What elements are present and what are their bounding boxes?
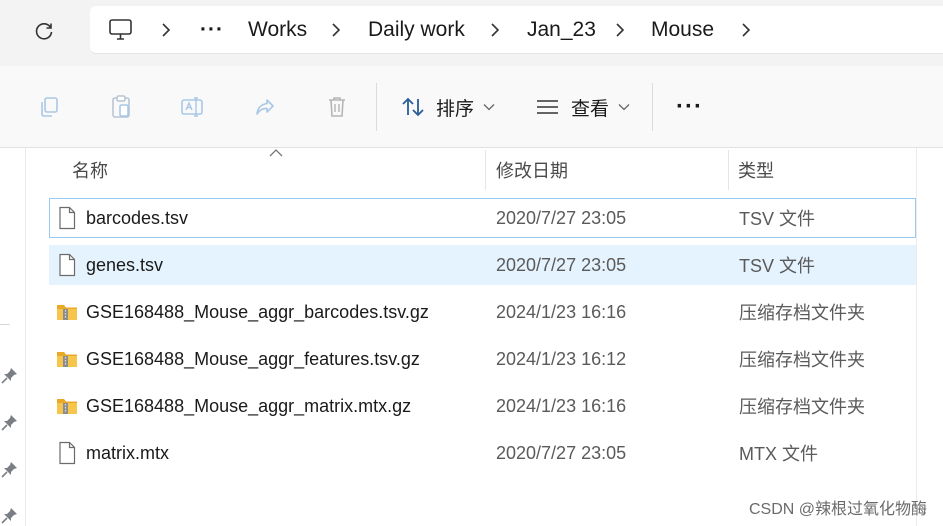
column-divider[interactable] [728, 150, 729, 190]
chevron-down-icon [483, 104, 495, 111]
copy-button[interactable] [32, 91, 66, 123]
file-type: TSV 文件 [739, 209, 816, 229]
chevron-right-icon[interactable] [736, 6, 756, 54]
chevron-right-icon[interactable] [485, 6, 505, 54]
view-label: 查看 [571, 98, 610, 120]
view-list-icon [537, 100, 558, 114]
rename-button[interactable] [176, 91, 210, 123]
file-type: 压缩存档文件夹 [739, 350, 865, 370]
column-header-type[interactable]: 类型 [738, 148, 774, 192]
zip-folder-icon [57, 399, 77, 414]
breadcrumb-daily-work[interactable]: Daily work [368, 6, 465, 54]
column-header-name[interactable]: 名称 [72, 148, 108, 192]
copy-icon [41, 97, 58, 117]
file-row[interactable]: matrix.mtx 2020/7/27 23:05 MTX 文件 [49, 433, 916, 473]
share-icon [256, 99, 274, 115]
sort-label: 排序 [436, 98, 475, 120]
clipboard-icon [112, 95, 130, 118]
pin-icon[interactable] [1, 413, 19, 431]
trash-icon [329, 97, 345, 117]
file-name: genes.tsv [86, 254, 164, 275]
document-icon [59, 206, 76, 230]
chevron-right-icon[interactable] [156, 6, 176, 54]
refresh-icon [35, 23, 53, 40]
this-pc-button[interactable] [108, 6, 134, 54]
file-row[interactable]: genes.tsv 2020/7/27 23:05 TSV 文件 [49, 245, 916, 285]
file-type: TSV 文件 [739, 256, 816, 276]
nav-divider [0, 324, 10, 325]
chevron-right-icon[interactable] [610, 6, 630, 54]
delete-button[interactable] [320, 91, 354, 123]
file-name: GSE168488_Mouse_aggr_features.tsv.gz [86, 348, 420, 369]
file-modified: 2020/7/27 23:05 [496, 442, 627, 463]
file-name: GSE168488_Mouse_aggr_barcodes.tsv.gz [86, 301, 429, 322]
zip-folder-icon [57, 305, 77, 320]
list-right-edge [916, 148, 917, 526]
file-modified: 2024/1/23 16:12 [496, 348, 627, 369]
file-row[interactable]: GSE168488_Mouse_aggr_features.tsv.gz 202… [49, 339, 916, 379]
file-row[interactable]: GSE168488_Mouse_aggr_matrix.mtx.gz 2024/… [49, 386, 916, 426]
breadcrumb: ··· Works Daily work Jan_23 Mouse [90, 6, 943, 54]
breadcrumb-jan-23[interactable]: Jan_23 [527, 6, 596, 54]
file-row[interactable]: GSE168488_Mouse_aggr_barcodes.tsv.gz 202… [49, 292, 916, 332]
watermark: CSDN @辣根过氧化物酶 [748, 501, 927, 518]
view-button[interactable]: 查看 [535, 91, 630, 123]
file-modified: 2024/1/23 16:16 [496, 395, 627, 416]
file-name: matrix.mtx [86, 442, 169, 463]
breadcrumb-overflow-button[interactable]: ··· [200, 6, 224, 54]
file-type: MTX 文件 [739, 444, 818, 464]
file-type: 压缩存档文件夹 [739, 303, 865, 323]
more-options-button[interactable]: ··· [676, 91, 703, 123]
paste-button[interactable] [104, 91, 138, 123]
document-icon [59, 253, 76, 277]
monitor-icon [109, 19, 132, 40]
breadcrumb-mouse[interactable]: Mouse [651, 6, 714, 54]
file-modified: 2024/1/23 16:16 [496, 301, 627, 322]
share-button[interactable] [248, 91, 282, 123]
sort-ascending-icon [269, 149, 283, 157]
address-bar-row: ··· Works Daily work Jan_23 Mouse [0, 0, 943, 66]
chevron-down-icon [618, 104, 630, 111]
refresh-button[interactable] [28, 16, 60, 46]
file-modified: 2020/7/27 23:05 [496, 254, 627, 275]
toolbar-divider [652, 83, 653, 131]
file-list: 名称 修改日期 类型 barcodes.tsv 2020/7/27 23:05 … [26, 148, 943, 526]
file-name: barcodes.tsv [86, 207, 189, 228]
sort-icon [402, 97, 424, 117]
zip-folder-icon [57, 352, 77, 367]
column-divider[interactable] [485, 150, 486, 190]
rename-icon [181, 97, 203, 117]
pin-icon[interactable] [1, 460, 19, 478]
file-modified: 2020/7/27 23:05 [496, 207, 627, 228]
pin-icon[interactable] [1, 366, 19, 384]
file-row[interactable]: barcodes.tsv 2020/7/27 23:05 TSV 文件 [49, 198, 916, 238]
command-bar: 排序 查看 ··· [0, 66, 943, 148]
sort-button[interactable]: 排序 [400, 91, 495, 123]
document-icon [59, 441, 76, 465]
chevron-right-icon[interactable] [326, 6, 346, 54]
file-name: GSE168488_Mouse_aggr_matrix.mtx.gz [86, 395, 412, 416]
column-header-modified[interactable]: 修改日期 [496, 148, 568, 192]
pin-icon[interactable] [1, 506, 19, 524]
breadcrumb-works[interactable]: Works [248, 6, 307, 54]
file-type: 压缩存档文件夹 [739, 397, 865, 417]
navigation-pane [0, 148, 26, 526]
toolbar-divider [376, 83, 377, 131]
